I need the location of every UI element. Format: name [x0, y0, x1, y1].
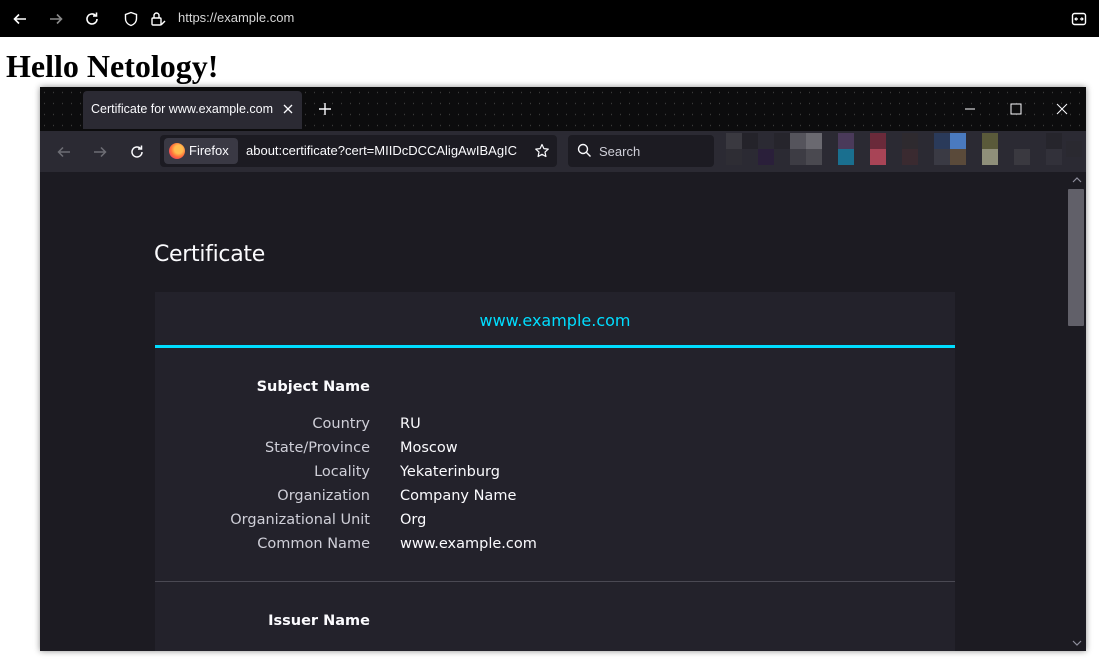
row-label-country: Country	[312, 416, 370, 432]
reload-icon[interactable]	[82, 9, 102, 29]
row-value-state: Moscow	[400, 440, 458, 456]
tab-www-example-com[interactable]: www.example.com	[155, 292, 955, 348]
row-value-organization: Company Name	[400, 488, 517, 504]
navigation-toolbar: Firefox about:certificate?cert=MIIDcDCCA…	[40, 131, 1086, 172]
section-divider	[155, 581, 955, 582]
row-label-organization: Organization	[277, 488, 370, 504]
tab-strip: Certificate for www.example.com	[40, 87, 1086, 131]
scrollbar-thumb[interactable]	[1068, 189, 1084, 326]
row-value-org-unit: Org	[400, 512, 427, 528]
certificate-page: Certificate www.example.com Subject Name…	[40, 172, 1068, 651]
certificate-card: www.example.com Subject Name Country RU …	[155, 292, 955, 651]
search-bar[interactable]: Search	[568, 135, 714, 167]
row-label-state: State/Province	[265, 440, 370, 456]
reader-view-icon[interactable]	[1069, 9, 1089, 29]
scroll-up-icon[interactable]	[1071, 175, 1083, 185]
back-arrow-icon[interactable]	[10, 9, 30, 29]
minimize-icon[interactable]	[960, 99, 980, 119]
row-value-common-name: www.example.com	[400, 536, 537, 552]
certificate-title: Certificate	[154, 242, 265, 267]
row-value-locality: Yekaterinburg	[400, 464, 500, 480]
shield-icon[interactable]	[121, 9, 141, 29]
plus-icon[interactable]	[316, 100, 334, 118]
forward-arrow-icon[interactable]	[90, 142, 110, 162]
issuer-name-heading: Issuer Name	[268, 613, 370, 629]
reload-icon[interactable]	[127, 142, 147, 162]
url-bar[interactable]: Firefox about:certificate?cert=MIIDcDCCA…	[160, 135, 557, 167]
page-heading: Hello Netology!	[6, 48, 219, 84]
close-icon[interactable]	[280, 101, 296, 117]
url-text[interactable]: about:certificate?cert=MIIDcDCCAligAwIBA…	[246, 143, 529, 158]
row-label-locality: Locality	[314, 464, 370, 480]
toolbar-extensions[interactable]	[726, 133, 1086, 169]
tab-certificate[interactable]: Certificate for www.example.com	[83, 91, 302, 129]
outer-url-field[interactable]: https://example.com	[178, 10, 294, 25]
forward-arrow-icon[interactable]	[46, 9, 66, 29]
identity-box[interactable]: Firefox	[164, 138, 238, 164]
certificate-tab-label: www.example.com	[479, 311, 631, 330]
firefox-logo-icon	[169, 143, 185, 159]
outer-browser-toolbar: https://example.com	[0, 0, 1099, 37]
tab-title: Certificate for www.example.com	[91, 102, 274, 116]
vertical-scrollbar[interactable]	[1068, 172, 1086, 651]
row-label-common-name: Common Name	[257, 536, 370, 552]
maximize-icon[interactable]	[1006, 99, 1026, 119]
window-close-icon[interactable]	[1052, 99, 1072, 119]
search-icon	[577, 143, 592, 163]
star-icon[interactable]	[532, 141, 552, 161]
row-value-country: RU	[400, 416, 421, 432]
identity-label: Firefox	[189, 143, 229, 158]
inner-browser-window: Certificate for www.example.com Firefox …	[40, 87, 1086, 651]
search-placeholder: Search	[599, 144, 641, 159]
lock-icon[interactable]	[148, 9, 168, 29]
subject-name-heading: Subject Name	[256, 379, 370, 395]
back-arrow-icon[interactable]	[54, 142, 74, 162]
row-label-org-unit: Organizational Unit	[230, 512, 370, 528]
scroll-down-icon[interactable]	[1071, 638, 1083, 648]
